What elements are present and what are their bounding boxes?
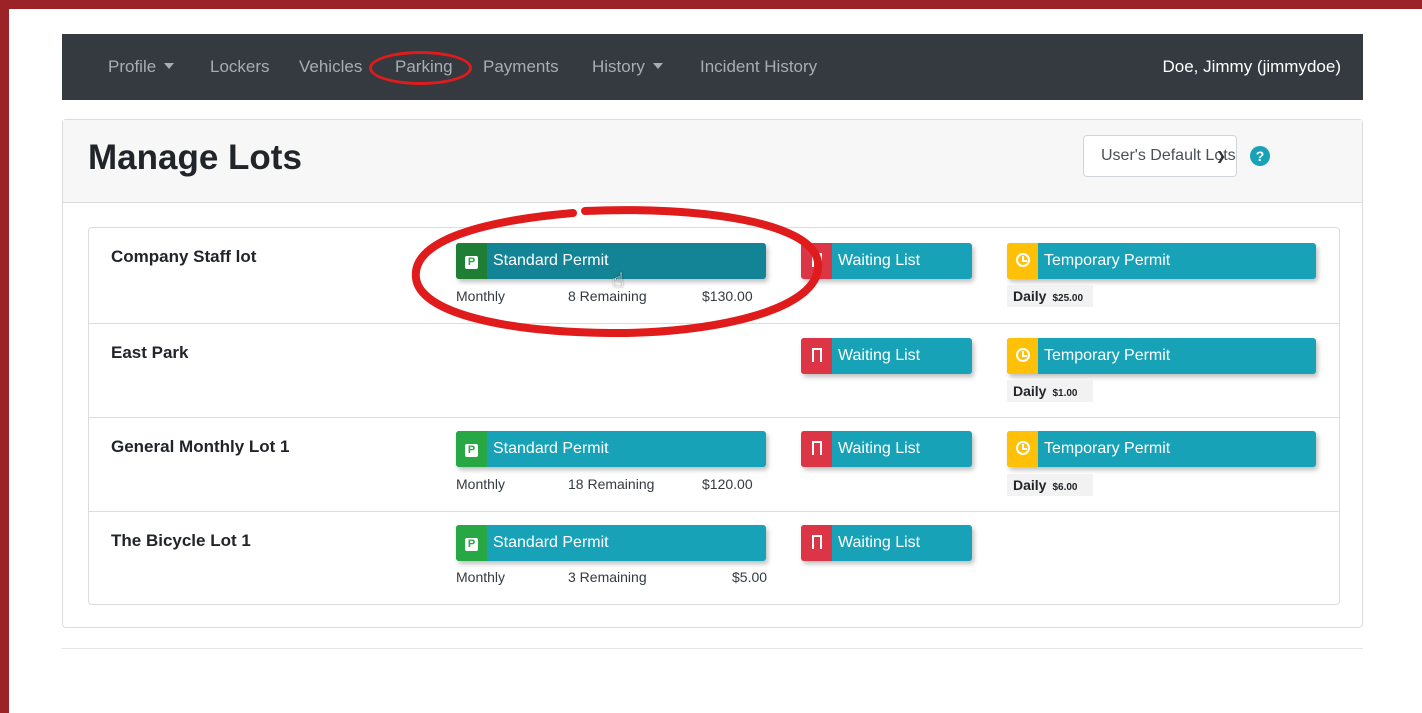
lot-name: Company Staff lot <box>111 247 257 266</box>
daily-label: Daily <box>1013 383 1047 399</box>
standard-permit-button[interactable]: P Standard Permit <box>456 431 766 467</box>
standard-permit-label: Standard Permit <box>493 440 609 457</box>
chevron-down-icon: ❯ <box>1215 149 1226 163</box>
parking-icon: P <box>456 525 487 561</box>
permit-price: $120.00 <box>702 476 753 492</box>
nav-parking[interactable]: Parking <box>395 34 453 100</box>
waiting-list-button[interactable]: Waiting List <box>801 243 972 279</box>
lot-row: Company Staff lot P Standard Permit Mont… <box>89 228 1339 324</box>
permit-period: Monthly <box>456 288 506 304</box>
screenshot-frame-top <box>0 0 1422 9</box>
permit-period: Monthly <box>456 569 506 585</box>
daily-rate: Daily $1.00 <box>1013 383 1078 399</box>
standard-permit-label: Standard Permit <box>493 252 609 269</box>
hand-cursor-icon: ☝ <box>612 270 625 292</box>
temporary-permit-button[interactable]: Temporary Permit <box>1007 431 1316 467</box>
daily-rate: Daily $25.00 <box>1013 288 1083 304</box>
nav-vehicles[interactable]: Vehicles <box>299 34 362 100</box>
bookmark-icon <box>801 525 832 561</box>
nav-history-label: History <box>592 57 645 76</box>
nav-vehicles-label: Vehicles <box>299 57 363 76</box>
waiting-list-label: Waiting List <box>838 252 921 269</box>
nav-payments[interactable]: Payments <box>483 34 559 100</box>
waiting-list-label: Waiting List <box>838 347 921 364</box>
lot-name: East Park <box>111 343 189 362</box>
nav-incident-history-label: Incident History <box>700 57 818 76</box>
lot-row: The Bicycle Lot 1 P Standard Permit Mont… <box>89 512 1339 604</box>
temporary-permit-label: Temporary Permit <box>1044 252 1171 269</box>
lots-list: Company Staff lot P Standard Permit Mont… <box>88 227 1340 605</box>
nav-profile[interactable]: Profile <box>108 34 175 100</box>
temporary-permit-button[interactable]: Temporary Permit <box>1007 338 1316 374</box>
parking-icon: P <box>456 431 487 467</box>
lot-name: General Monthly Lot 1 <box>111 437 290 456</box>
permit-remaining: 8 Remaining <box>568 288 647 304</box>
lot-name: The Bicycle Lot 1 <box>111 531 251 550</box>
nav-parking-label: Parking <box>395 57 453 76</box>
waiting-list-button[interactable]: Waiting List <box>801 431 972 467</box>
permit-period: Monthly <box>456 476 506 492</box>
bookmark-icon <box>801 338 832 374</box>
nav-lockers[interactable]: Lockers <box>210 34 270 100</box>
lot-filter-select[interactable]: User's Default Lots ❯ <box>1083 135 1237 177</box>
standard-permit-button[interactable]: P Standard Permit <box>456 525 766 561</box>
lot-row: General Monthly Lot 1 P Standard Permit … <box>89 418 1339 512</box>
standard-permit-label: Standard Permit <box>493 534 609 551</box>
page-title: Manage Lots <box>88 138 302 177</box>
permit-remaining: 3 Remaining <box>568 569 647 585</box>
daily-price: $1.00 <box>1052 388 1078 399</box>
permit-price: $130.00 <box>702 288 753 304</box>
nav-lockers-label: Lockers <box>210 57 270 76</box>
standard-permit-button[interactable]: P Standard Permit <box>456 243 766 279</box>
waiting-list-label: Waiting List <box>838 440 921 457</box>
temporary-permit-label: Temporary Permit <box>1044 440 1171 457</box>
permit-remaining: 18 Remaining <box>568 476 655 492</box>
manage-lots-card: Manage Lots User's Default Lots ❯ ? Comp… <box>62 119 1363 628</box>
temporary-permit-label: Temporary Permit <box>1044 347 1171 364</box>
daily-price: $25.00 <box>1052 293 1084 304</box>
daily-price: $6.00 <box>1052 482 1078 493</box>
daily-rate: Daily $6.00 <box>1013 477 1078 493</box>
screenshot-frame-left <box>0 0 9 713</box>
caret-down-icon <box>164 63 175 69</box>
parking-icon: P <box>456 243 487 279</box>
nav-history[interactable]: History <box>592 34 663 100</box>
permit-price: $5.00 <box>732 569 768 585</box>
bookmark-icon <box>801 431 832 467</box>
card-header: Manage Lots User's Default Lots ❯ ? <box>63 120 1362 203</box>
user-menu[interactable]: Doe, Jimmy (jimmydoe) <box>1162 34 1341 100</box>
caret-down-icon <box>652 63 663 69</box>
daily-label: Daily <box>1013 477 1047 493</box>
nav-payments-label: Payments <box>483 57 559 76</box>
page-divider <box>62 648 1363 649</box>
clock-icon <box>1007 431 1038 467</box>
nav-profile-label: Profile <box>108 57 157 76</box>
nav-incident-history[interactable]: Incident History <box>700 34 817 100</box>
waiting-list-label: Waiting List <box>838 534 921 551</box>
daily-label: Daily <box>1013 288 1047 304</box>
clock-icon <box>1007 338 1038 374</box>
waiting-list-button[interactable]: Waiting List <box>801 525 972 561</box>
waiting-list-button[interactable]: Waiting List <box>801 338 972 374</box>
question-circle-icon[interactable]: ? <box>1250 146 1270 166</box>
temporary-permit-button[interactable]: Temporary Permit <box>1007 243 1316 279</box>
lot-row: East Park Waiting List Temporary Permit … <box>89 324 1339 418</box>
clock-icon <box>1007 243 1038 279</box>
top-navbar: Profile Lockers Vehicles Parking Payment… <box>62 34 1363 100</box>
bookmark-icon <box>801 243 832 279</box>
